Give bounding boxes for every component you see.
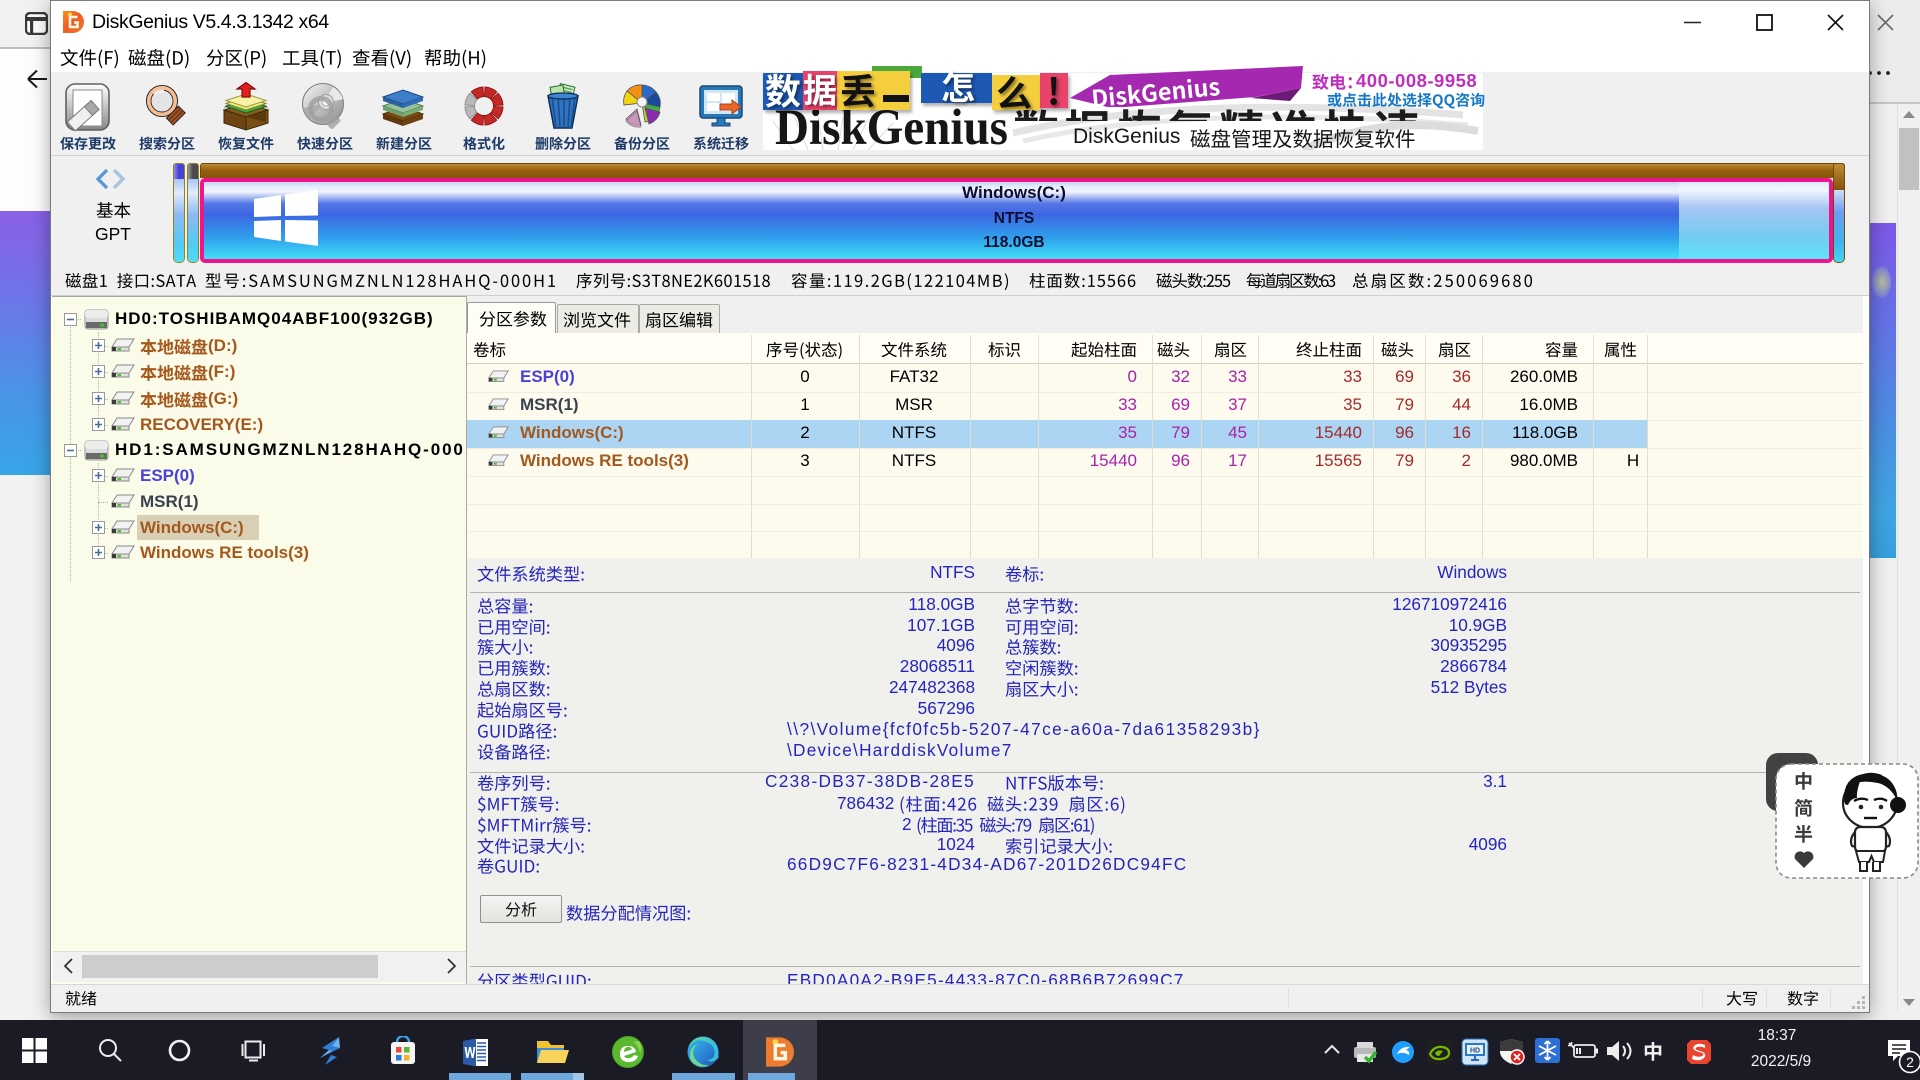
svg-text:2: 2 — [1906, 1054, 1914, 1070]
svg-text:HD: HD — [1470, 1048, 1480, 1055]
